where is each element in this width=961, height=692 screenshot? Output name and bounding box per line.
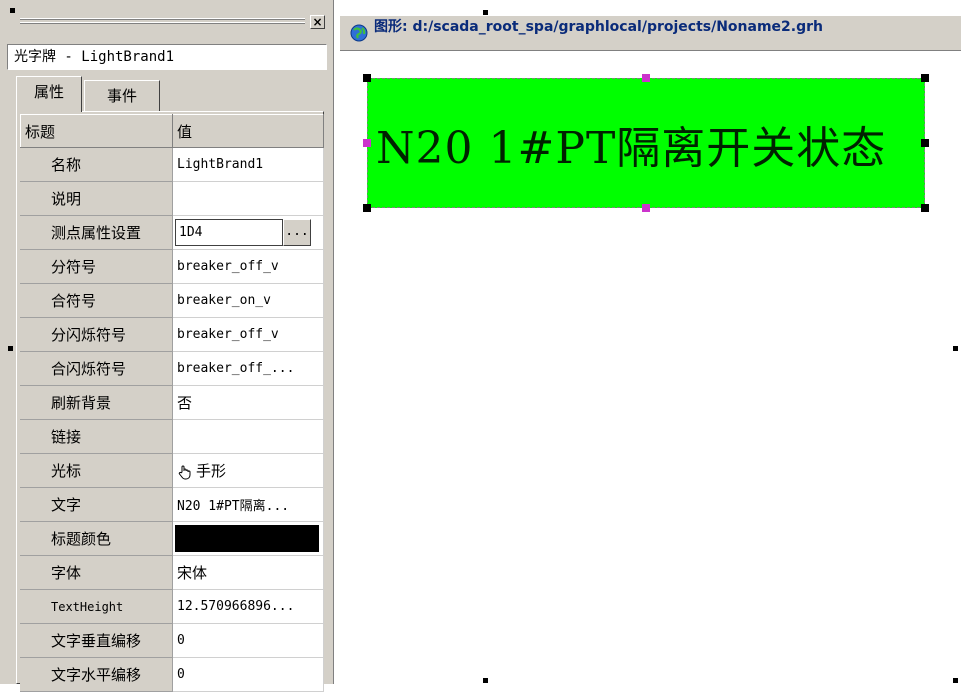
property-name: 文字水平编移 [20,657,173,692]
property-name: 光标 [20,453,173,488]
property-value[interactable]: 否 [172,385,324,420]
property-panel: × 光字牌 - LightBrand1 属性 事件 标题 值 名称 LightB… [0,0,334,692]
table-row[interactable]: 标题颜色 [20,521,324,556]
selection-handle-top-left[interactable] [363,74,371,82]
table-row[interactable]: 分符号 breaker_off_v [20,249,324,284]
close-panel-button[interactable]: × [310,15,325,29]
property-name: 文字垂直编移 [20,623,173,658]
resize-marker[interactable] [10,8,15,13]
table-row[interactable]: 分闪烁符号 breaker_off_v [20,317,324,352]
table-row[interactable]: 文字 N20 1#PT隔离... [20,487,324,522]
property-value[interactable]: breaker_on_v [172,283,324,318]
property-name: 链接 [20,419,173,454]
property-name: 文字 [20,487,173,522]
property-value[interactable]: 宋体 [172,555,324,590]
grip-line [20,23,305,24]
property-value-cursor[interactable]: 手形 [172,453,324,488]
graph-window: 图形: d:/scada_root_spa/graphlocal/project… [340,16,961,684]
graph-title-bar[interactable]: 图形: d:/scada_root_spa/graphlocal/project… [340,16,961,51]
selection-handle-bottom-left[interactable] [363,204,371,212]
table-row[interactable]: 链接 [20,419,324,454]
selection-handle-top-right[interactable] [921,74,929,82]
property-value[interactable] [172,181,324,216]
property-value[interactable]: breaker_off_v [172,249,324,284]
property-value[interactable]: breaker_off_... [172,351,324,386]
table-row[interactable]: 说明 [20,181,324,216]
table-row[interactable]: 名称 LightBrand1 [20,147,324,182]
table-row[interactable]: 文字水平编移 0 [20,657,324,692]
property-value[interactable] [172,419,324,454]
column-header-title[interactable]: 标题 [20,114,173,148]
selection-handle-right[interactable] [921,139,929,147]
table-row[interactable]: 刷新背景 否 [20,385,324,420]
property-value-color[interactable] [172,521,324,556]
property-value[interactable]: 12.570966896... [172,589,324,624]
property-name: 测点属性设置 [20,215,173,250]
table-row[interactable]: 文字垂直编移 0 [20,623,324,658]
hand-cursor-icon [178,465,191,479]
property-name: 名称 [20,147,173,182]
property-name: 标题颜色 [20,521,173,556]
resize-marker[interactable] [953,678,958,683]
table-row[interactable]: 光标 手形 [20,453,324,488]
color-swatch[interactable] [175,525,319,552]
resize-marker[interactable] [953,346,958,351]
property-value[interactable]: 0 [172,657,324,692]
selection-handle-left[interactable] [363,139,371,147]
property-name: 分符号 [20,249,173,284]
property-value[interactable]: N20 1#PT隔离... [172,487,324,522]
property-name: 合闪烁符号 [20,351,173,386]
table-row[interactable]: 字体 宋体 [20,555,324,590]
close-icon: × [312,15,323,29]
point-attribute-input[interactable]: 1D4 [175,219,283,246]
property-name: 字体 [20,555,173,590]
resize-marker[interactable] [8,346,13,351]
globe-icon [350,24,368,42]
light-brand-object[interactable]: N20 1#PT隔离开关状态 [367,78,925,208]
selection-handle-bottom[interactable] [642,204,650,212]
selection-handle-top[interactable] [642,74,650,82]
property-value[interactable]: breaker_off_v [172,317,324,352]
light-brand-text: N20 1#PT隔离开关状态 [376,123,887,174]
grip-line [20,19,305,20]
property-value-editor[interactable]: 1D4... [172,215,324,250]
property-value[interactable]: 0 [172,623,324,658]
panel-title-bar[interactable]: × [0,0,333,38]
object-selector[interactable]: 光字牌 - LightBrand1 [7,44,327,70]
table-row[interactable]: 测点属性设置 1D4... [20,215,324,250]
resize-marker[interactable] [483,678,488,683]
property-name: 刷新背景 [20,385,173,420]
tab-properties[interactable]: 属性 [16,76,82,112]
tab-events[interactable]: 事件 [84,80,160,112]
resize-marker[interactable] [483,10,488,15]
column-header-value[interactable]: 值 [172,114,324,148]
property-name: 合符号 [20,283,173,318]
browse-button[interactable]: ... [283,219,311,246]
table-row[interactable]: TextHeight 12.570966896... [20,589,324,624]
property-name: TextHeight [20,589,173,624]
selection-handle-bottom-right[interactable] [921,204,929,212]
property-name: 说明 [20,181,173,216]
property-name: 分闪烁符号 [20,317,173,352]
graph-canvas[interactable]: N20 1#PT隔离开关状态 [340,51,961,684]
grid-header-row: 标题 值 [20,114,324,148]
graph-title: 图形: d:/scada_root_spa/graphlocal/project… [374,19,823,35]
property-grid: 标题 值 名称 LightBrand1 说明 测点属性设置 1D4... 分符号 [20,114,324,692]
property-value[interactable]: LightBrand1 [172,147,324,182]
table-row[interactable]: 合闪烁符号 breaker_off_... [20,351,324,386]
cursor-value: 手形 [196,462,227,480]
table-row[interactable]: 合符号 breaker_on_v [20,283,324,318]
